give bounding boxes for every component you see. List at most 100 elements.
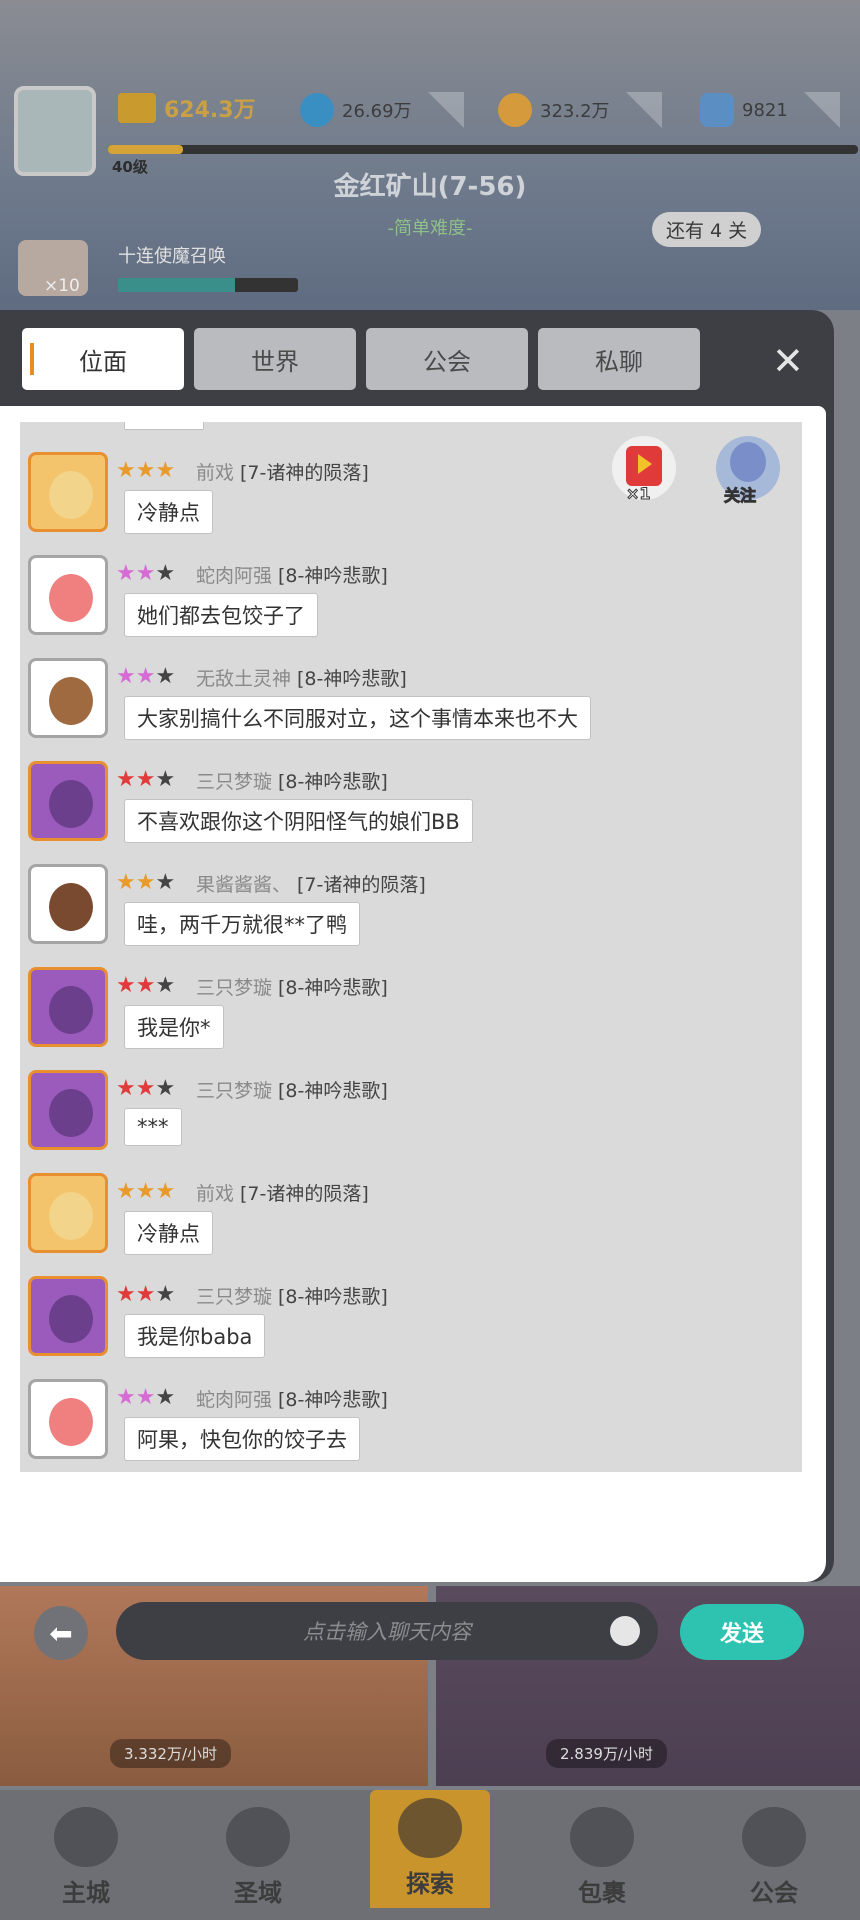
summon-progress (118, 278, 298, 292)
water-value: 26.69万 (342, 101, 412, 122)
exp-bar (108, 145, 858, 154)
tab-guild[interactable]: 公会 (366, 328, 528, 390)
summon-panel[interactable]: ×10 十连使魔召唤 (12, 236, 298, 302)
message-bubble: 阿果，快包你的饺子去 (124, 1417, 360, 1461)
scene-rate-right: 2.839万/小时 (546, 1739, 667, 1768)
coin-icon (498, 93, 532, 127)
witch-avatar-icon (730, 442, 766, 482)
sender-name[interactable]: 蛇肉阿强 [8-神吟悲歌] (196, 561, 388, 588)
water-resource[interactable]: 26.69万 (300, 92, 464, 128)
rank-stars: ★ ★ ★ (116, 767, 176, 792)
nav-bag[interactable]: 包裹 (542, 1807, 662, 1908)
send-button[interactable]: 发送 (680, 1604, 804, 1660)
player-avatar[interactable] (14, 86, 96, 176)
bag-icon (570, 1807, 634, 1867)
avatar[interactable] (28, 967, 108, 1047)
portal-icon (226, 1807, 290, 1867)
chat-message: ★ ★ ★ 果酱酱酱、 [7-诸神的陨落] 哇，两千万就很**了鸭 (28, 864, 788, 960)
chat-message: ★ ★ ★ 无敌土灵神 [8-神吟悲歌] 大家别搞什么不同服对立，这个事情本来也不大 (28, 658, 788, 754)
avatar[interactable] (28, 761, 108, 841)
avatar[interactable] (28, 1276, 108, 1356)
close-icon[interactable]: ✕ (772, 342, 804, 380)
message-bubble: *** (124, 1108, 182, 1146)
chat-message: ★ ★ ★ 前戏 [7-诸神的陨落] 冷静点 (28, 1173, 788, 1269)
partial-bubble (124, 422, 204, 430)
rank-stars: ★ ★ ★ (116, 1076, 176, 1101)
message-bubble: 大家别搞什么不同服对立，这个事情本来也不大 (124, 696, 591, 740)
gem-resource[interactable]: 9821 (700, 92, 840, 128)
remaining-stages-badge: 还有 4 关 (652, 212, 762, 247)
play-icon (638, 454, 652, 474)
chat-body: ★ ★ ★ 前戏 [7-诸神的陨落] 冷静点 ★ ★ ★ 蛇肉阿强 [8-神吟悲歌] 她们都… (0, 406, 826, 1660)
sender-name[interactable]: 蛇肉阿强 [8-神吟悲歌] (196, 1385, 388, 1412)
sender-name[interactable]: 三只梦璇 [8-神吟悲歌] (196, 767, 388, 794)
chat-panel: 位面 世界 公会 私聊 ✕ ★ ★ ★ 前戏 [7-诸神的陨落] 冷静点 ★ ★ ★ 蛇肉… (0, 310, 834, 1660)
chat-input[interactable]: 点击输入聊天内容 (116, 1602, 658, 1660)
sender-name[interactable]: 三只梦璇 [8-神吟悲歌] (196, 1282, 388, 1309)
message-bubble: 我是你baba (124, 1314, 266, 1358)
sender-name[interactable]: 无敌土灵神 [8-神吟悲歌] (196, 664, 407, 691)
nav-guild[interactable]: 公会 (714, 1807, 834, 1908)
message-bubble: 冷静点 (124, 490, 213, 534)
follow-float-button[interactable]: 关注 (716, 436, 780, 506)
rank-stars: ★ ★ ★ (116, 1179, 176, 1204)
avatar[interactable] (28, 658, 108, 738)
tab-private[interactable]: 私聊 (538, 328, 700, 390)
message-bubble: 冷静点 (124, 1211, 213, 1255)
summon-title: 十连使魔召唤 (118, 246, 226, 267)
rank-stars: ★ ★ ★ (116, 1385, 176, 1410)
scene-rate-left: 3.332万/小时 (110, 1739, 231, 1768)
back-arrow-icon[interactable]: ⬅ (34, 1606, 88, 1660)
castle-icon (54, 1807, 118, 1867)
emoji-icon[interactable] (610, 1616, 640, 1646)
nav-main-city[interactable]: 主城 (26, 1807, 146, 1908)
rank-stars: ★ ★ ★ (116, 973, 176, 998)
sender-name[interactable]: 前戏 [7-诸神的陨落] (196, 458, 369, 485)
avatar[interactable] (28, 1379, 108, 1459)
summon-count: ×10 (44, 276, 80, 296)
chat-message: ★ ★ ★ 三只梦璇 [8-神吟悲歌] 不喜欢跟你这个阴阳怪气的娘们BB (28, 761, 788, 857)
gold-value: 323.2万 (540, 101, 610, 122)
message-bubble: 不喜欢跟你这个阴阳怪气的娘们BB (124, 799, 473, 843)
rank-stars: ★ ★ ★ (116, 664, 176, 689)
avatar[interactable] (28, 864, 108, 944)
power-display: 624.3万 (118, 92, 256, 124)
rank-stars: ★ ★ ★ (116, 870, 176, 895)
gold-resource[interactable]: 323.2万 (498, 92, 662, 128)
rank-stars: ★ ★ ★ (116, 1282, 176, 1307)
chat-message: ★ ★ ★ 蛇肉阿强 [8-神吟悲歌] 她们都去包饺子了 (28, 555, 788, 651)
chat-message: ★ ★ ★ 蛇肉阿强 [8-神吟悲歌] 阿果，快包你的饺子去 (28, 1379, 788, 1472)
sender-name[interactable]: 前戏 [7-诸神的陨落] (196, 1179, 369, 1206)
power-value: 624.3万 (164, 98, 256, 123)
message-list[interactable]: ★ ★ ★ 前戏 [7-诸神的陨落] 冷静点 ★ ★ ★ 蛇肉阿强 [8-神吟悲歌] 她们都… (20, 422, 802, 1472)
avatar[interactable] (28, 1173, 108, 1253)
chat-tabs: 位面 世界 公会 私聊 (22, 328, 700, 390)
sword-icon (118, 93, 156, 123)
bottom-nav: 主城 圣域 探索 包裹 公会 (0, 1790, 860, 1920)
chat-message: ★ ★ ★ 三只梦璇 [8-神吟悲歌] 我是你* (28, 967, 788, 1063)
sender-name[interactable]: 三只梦璇 [8-神吟悲歌] (196, 1076, 388, 1103)
sender-name[interactable]: 果酱酱酱、 [7-诸神的陨落] (196, 870, 426, 897)
gem-value: 9821 (742, 99, 788, 121)
message-bubble: 我是你* (124, 1005, 224, 1049)
avatar[interactable] (28, 452, 108, 532)
nav-holy-domain[interactable]: 圣域 (198, 1807, 318, 1908)
tab-plane[interactable]: 位面 (22, 328, 184, 390)
stage-title: 金红矿山(7-56) (333, 172, 527, 202)
sender-name[interactable]: 三只梦璇 [8-神吟悲歌] (196, 973, 388, 1000)
chat-message: ★ ★ ★ 三只梦璇 [8-神吟悲歌] 我是你baba (28, 1276, 788, 1372)
rank-stars: ★ ★ ★ (116, 458, 176, 483)
cannon-icon (398, 1798, 462, 1858)
tab-world[interactable]: 世界 (194, 328, 356, 390)
message-bubble: 哇，两千万就很**了鸭 (124, 902, 360, 946)
chat-input-bar: ⬅ 点击输入聊天内容 发送 (34, 1602, 804, 1662)
chat-message: ★ ★ ★ 三只梦璇 [8-神吟悲歌] *** (28, 1070, 788, 1166)
avatar[interactable] (28, 1070, 108, 1150)
water-drop-icon (300, 93, 334, 127)
helmet-icon (742, 1807, 806, 1867)
avatar[interactable] (28, 555, 108, 635)
nav-explore[interactable]: 探索 (370, 1790, 490, 1908)
rank-stars: ★ ★ ★ (116, 561, 176, 586)
gift-float-button[interactable]: ×1 (612, 436, 676, 504)
message-bubble: 她们都去包饺子了 (124, 593, 318, 637)
